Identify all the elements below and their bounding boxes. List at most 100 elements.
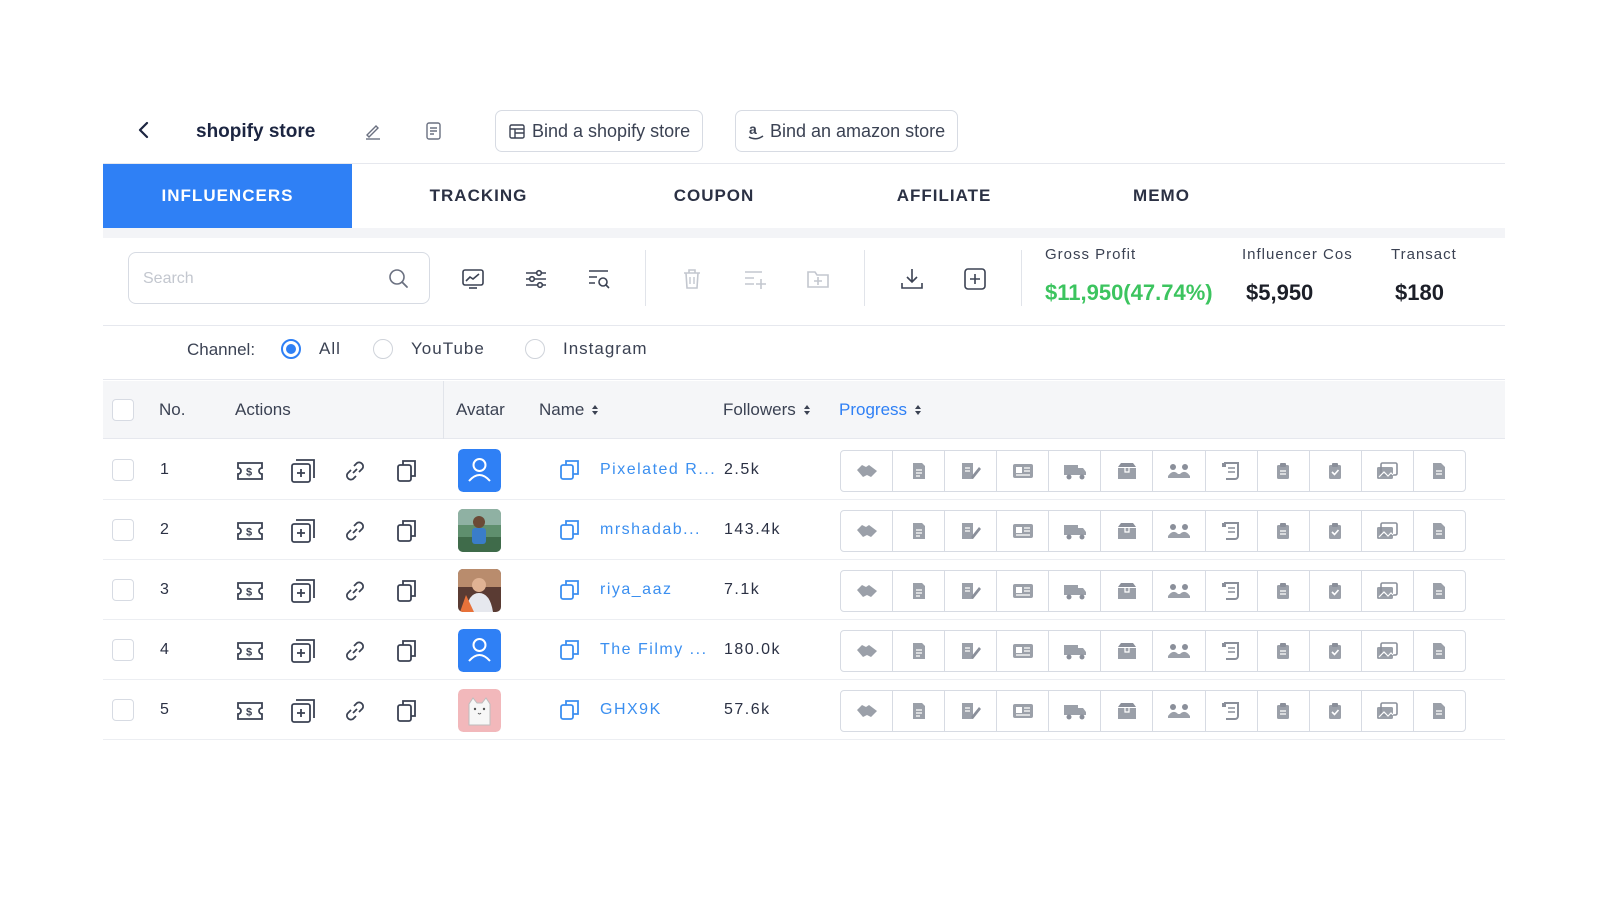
copy-name-icon[interactable]	[558, 578, 582, 602]
search-input[interactable]	[143, 267, 373, 291]
copy-button[interactable]	[393, 637, 421, 665]
file-step[interactable]	[1414, 691, 1465, 731]
add-box-button[interactable]	[289, 457, 317, 485]
notes-button[interactable]	[421, 118, 447, 144]
package-step[interactable]	[1101, 631, 1154, 671]
channel-option-all[interactable]: All	[281, 339, 341, 359]
coupon-button[interactable]: $	[236, 637, 264, 665]
avatar[interactable]	[458, 509, 501, 552]
package-step[interactable]	[1101, 451, 1154, 491]
coupon-button[interactable]: $	[236, 517, 264, 545]
handshake-step[interactable]	[841, 691, 894, 731]
tab-tracking[interactable]: TRACKING	[352, 164, 605, 228]
gallery-step[interactable]	[1362, 571, 1414, 611]
copy-name-icon[interactable]	[558, 698, 582, 722]
file-step[interactable]	[1414, 571, 1465, 611]
coupon-button[interactable]: $	[236, 457, 264, 485]
add-box-button[interactable]	[289, 637, 317, 665]
id-card-step[interactable]	[997, 691, 1050, 731]
select-all-checkbox[interactable]	[112, 399, 134, 421]
channel-option-instagram[interactable]: Instagram	[525, 339, 648, 359]
avatar[interactable]	[458, 449, 501, 492]
id-card-step[interactable]	[997, 571, 1050, 611]
clipboard-step[interactable]	[1258, 571, 1310, 611]
scroll-step[interactable]	[1206, 691, 1258, 731]
copy-name-icon[interactable]	[558, 518, 582, 542]
handshake-step[interactable]	[841, 511, 894, 551]
file-step[interactable]	[1414, 451, 1465, 491]
package-step[interactable]	[1101, 691, 1154, 731]
handshake-step[interactable]	[841, 631, 894, 671]
gallery-step[interactable]	[1362, 631, 1414, 671]
column-name[interactable]: Name	[539, 400, 599, 420]
truck-step[interactable]	[1049, 451, 1102, 491]
avatar[interactable]	[458, 629, 501, 672]
cooperate-step[interactable]	[1153, 571, 1206, 611]
filter-search-button[interactable]	[584, 264, 614, 294]
row-checkbox[interactable]	[112, 459, 134, 481]
add-button[interactable]	[960, 264, 990, 294]
gallery-step[interactable]	[1362, 511, 1414, 551]
clipboard-step[interactable]	[1258, 451, 1310, 491]
link-button[interactable]	[341, 457, 369, 485]
link-button[interactable]	[341, 697, 369, 725]
contract-edit-step[interactable]	[945, 631, 998, 671]
id-card-step[interactable]	[997, 511, 1050, 551]
influencer-name[interactable]: GHX9K	[600, 701, 662, 719]
influencer-name[interactable]: mrshadab...	[600, 521, 701, 539]
influencer-name[interactable]: riya_aaz	[600, 581, 672, 599]
column-progress[interactable]: Progress	[839, 400, 922, 420]
coupon-button[interactable]: $	[236, 577, 264, 605]
channel-option-youtube[interactable]: YouTube	[373, 339, 485, 359]
sort-icon[interactable]	[915, 405, 922, 415]
search-icon[interactable]	[387, 267, 411, 291]
cooperate-step[interactable]	[1153, 511, 1206, 551]
avatar[interactable]	[458, 689, 501, 732]
contract-edit-step[interactable]	[945, 451, 998, 491]
add-box-button[interactable]	[289, 517, 317, 545]
gallery-step[interactable]	[1362, 691, 1414, 731]
row-checkbox[interactable]	[112, 519, 134, 541]
add-box-button[interactable]	[289, 697, 317, 725]
document-step[interactable]	[893, 631, 946, 671]
copy-button[interactable]	[393, 457, 421, 485]
truck-step[interactable]	[1049, 631, 1102, 671]
clipboard-step[interactable]	[1258, 631, 1310, 671]
cooperate-step[interactable]	[1153, 691, 1206, 731]
truck-step[interactable]	[1049, 571, 1102, 611]
package-step[interactable]	[1101, 571, 1154, 611]
coupon-button[interactable]: $	[236, 697, 264, 725]
scroll-step[interactable]	[1206, 451, 1258, 491]
copy-button[interactable]	[393, 697, 421, 725]
add-to-folder-button[interactable]	[803, 264, 833, 294]
influencer-name[interactable]: Pixelated R...	[600, 461, 716, 479]
delete-button[interactable]	[677, 264, 707, 294]
clipboard-step[interactable]	[1258, 511, 1310, 551]
gallery-step[interactable]	[1362, 451, 1414, 491]
copy-button[interactable]	[393, 517, 421, 545]
truck-step[interactable]	[1049, 691, 1102, 731]
handshake-step[interactable]	[841, 571, 894, 611]
add-to-list-button[interactable]	[740, 264, 770, 294]
document-step[interactable]	[893, 691, 946, 731]
row-checkbox[interactable]	[112, 699, 134, 721]
copy-name-icon[interactable]	[558, 458, 582, 482]
row-checkbox[interactable]	[112, 639, 134, 661]
back-button[interactable]	[131, 117, 157, 143]
bind-shopify-button[interactable]: Bind a shopify store	[495, 110, 704, 152]
avatar[interactable]	[458, 569, 501, 612]
tab-affiliate[interactable]: AFFILIATE	[823, 164, 1065, 228]
settings-sliders-button[interactable]	[521, 264, 551, 294]
column-followers[interactable]: Followers	[723, 400, 810, 420]
link-button[interactable]	[341, 637, 369, 665]
contract-edit-step[interactable]	[945, 691, 998, 731]
scroll-step[interactable]	[1206, 571, 1258, 611]
tab-memo[interactable]: MEMO	[1065, 164, 1258, 228]
tab-influencers[interactable]: INFLUENCERS	[103, 164, 352, 228]
sort-icon[interactable]	[592, 405, 599, 415]
id-card-step[interactable]	[997, 631, 1050, 671]
document-step[interactable]	[893, 451, 946, 491]
package-step[interactable]	[1101, 511, 1154, 551]
contract-edit-step[interactable]	[945, 571, 998, 611]
contract-edit-step[interactable]	[945, 511, 998, 551]
